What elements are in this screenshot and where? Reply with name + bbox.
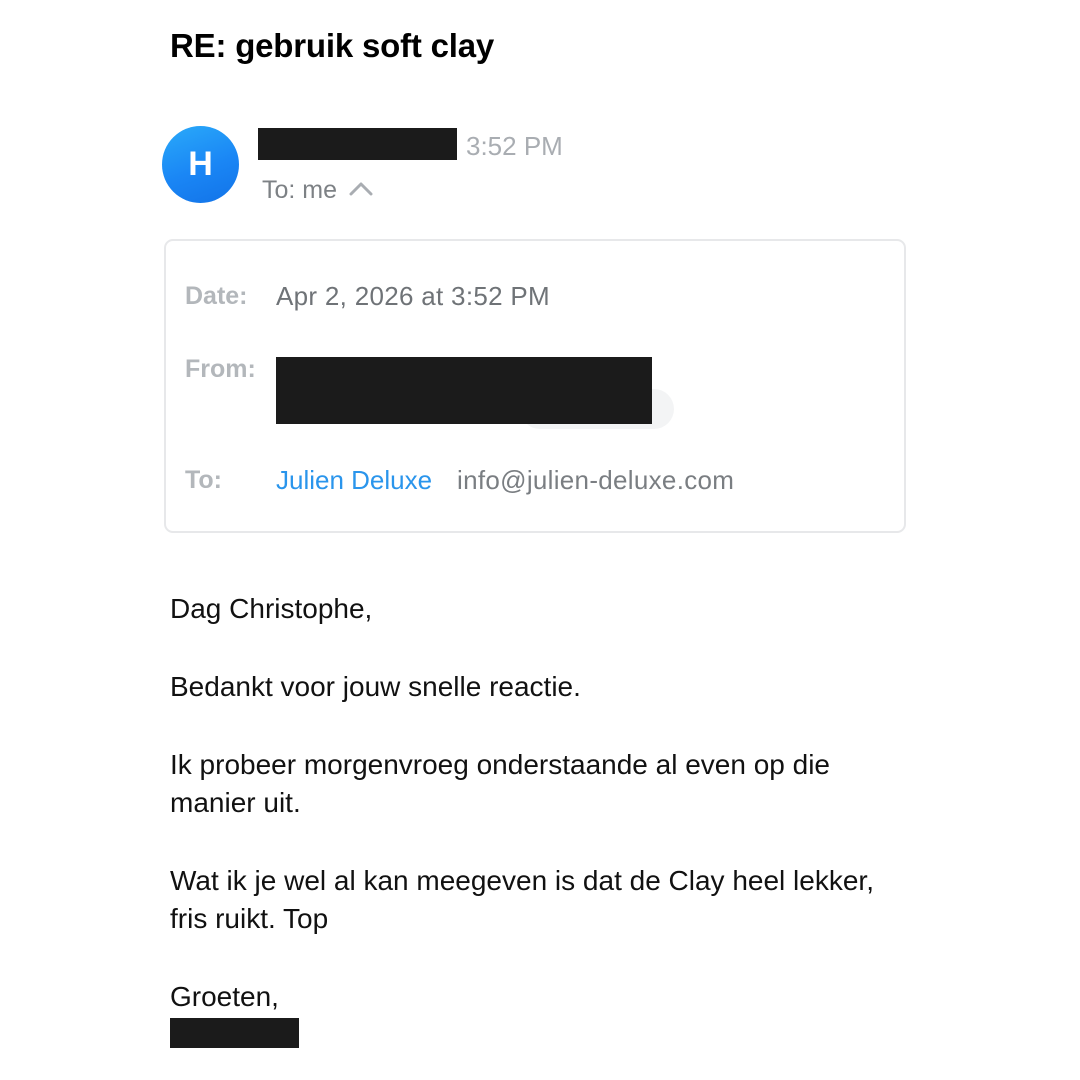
avatar-initial: H <box>188 145 213 183</box>
body-paragraph: Ik probeer morgenvroeg onderstaande al e… <box>170 749 830 818</box>
body-paragraph: Wat ik je wel al kan meegeven is dat de … <box>170 865 874 934</box>
to-label: To: <box>185 466 223 494</box>
to-contact-name[interactable]: Julien Deluxe <box>276 464 432 496</box>
email-time: 3:52 PM <box>466 131 563 161</box>
signature-redacted <box>170 1018 299 1048</box>
from-label: From: <box>185 355 256 383</box>
recipient-summary[interactable]: To: me <box>262 174 373 206</box>
sender-name-redacted <box>258 128 457 160</box>
email-body: Dag Christophe, Bedankt voor jouw snelle… <box>170 590 910 1016</box>
to-contact-email: info@julien-deluxe.com <box>457 465 735 495</box>
body-closing: Groeten, <box>170 981 279 1012</box>
date-label: Date: <box>185 282 248 310</box>
recipient-summary-label: To: me <box>262 176 338 204</box>
chevron-up-icon[interactable] <box>349 178 373 202</box>
sender-avatar[interactable]: H <box>162 126 239 203</box>
body-paragraph: Bedankt voor jouw snelle reactie. <box>170 671 581 702</box>
email-view: RE: gebruik soft clay H 3:52 PM To: me D… <box>0 0 1080 1080</box>
from-redacted <box>276 357 652 424</box>
email-subject: RE: gebruik soft clay <box>170 27 495 64</box>
body-greeting: Dag Christophe, <box>170 593 373 624</box>
date-value: Apr 2, 2026 at 3:52 PM <box>276 281 550 311</box>
